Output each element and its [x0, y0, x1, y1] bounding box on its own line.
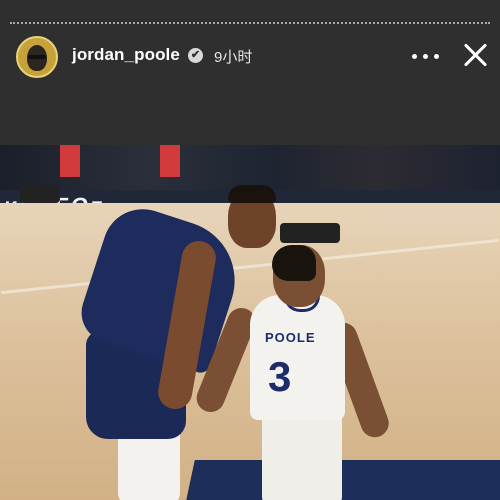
player-poole-hair: [272, 245, 316, 281]
more-dot-icon: [423, 54, 428, 59]
player-poole-jersey: [250, 295, 345, 420]
avatar[interactable]: [16, 36, 58, 78]
username[interactable]: jordan_poole: [72, 45, 180, 65]
story-header: jordan_poole ✔ 9小时: [0, 0, 500, 145]
post-time: 9小时: [214, 49, 253, 66]
player-durant-hair: [228, 185, 276, 203]
more-dot-icon: [412, 54, 417, 59]
crowd-shoes: [280, 223, 340, 243]
more-dot-icon: [434, 54, 439, 59]
verified-badge-icon: ✔: [188, 48, 203, 63]
jersey-name: POOLE: [265, 330, 316, 345]
avatar-sunglasses: [28, 55, 46, 59]
more-options-button[interactable]: [408, 42, 444, 70]
jersey-number: 3: [268, 353, 292, 400]
instagram-story: jordan_poole ✔ 9小时 ᴎIᴚ FOᴛ: [0, 0, 500, 500]
crowd-red-shoe: [160, 145, 180, 177]
crowd-red-shoe: [60, 145, 80, 177]
crowd-shoes: [20, 185, 60, 203]
player-poole-shorts: [262, 410, 342, 500]
close-icon[interactable]: [458, 38, 492, 72]
story-photo[interactable]: ᴎIᴚ FOᴛ POOLE 3: [0, 145, 500, 500]
story-progress-bar: [10, 22, 490, 26]
court-paint: [185, 460, 500, 500]
